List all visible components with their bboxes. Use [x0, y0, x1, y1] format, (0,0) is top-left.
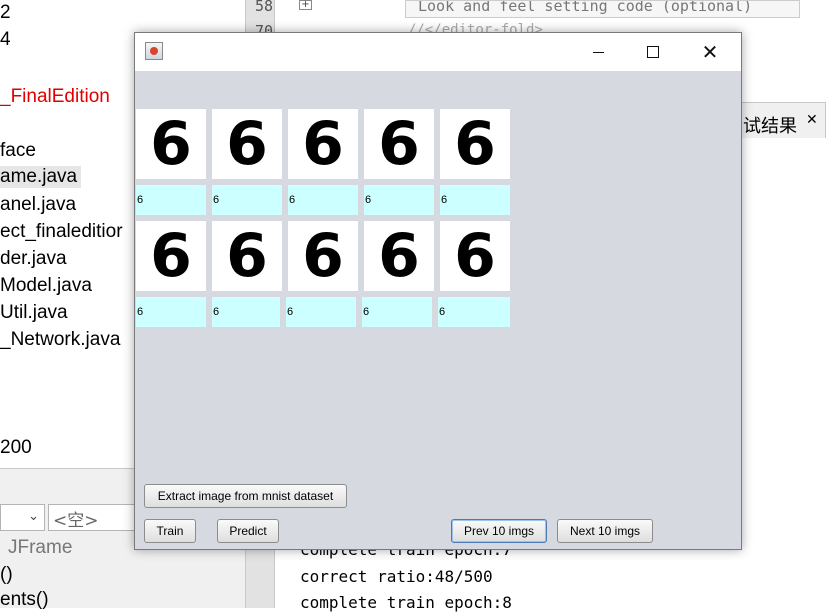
output-tab-label: 试结果	[743, 116, 797, 137]
tree-line: 2	[0, 2, 11, 23]
close-icon: ✕	[701, 40, 719, 64]
tree-item[interactable]: anel.java	[0, 194, 76, 216]
tree-item-selected[interactable]: ame.java	[0, 166, 82, 188]
digit-image: 6	[364, 109, 434, 179]
digit-label: 6	[136, 185, 206, 215]
digit-label: 6	[440, 185, 510, 215]
digit-label: 6	[212, 185, 282, 215]
minimize-icon	[592, 51, 604, 53]
close-icon[interactable]: ✕	[806, 112, 818, 128]
prop-type: JFrame	[8, 537, 73, 558]
digit-label: 6	[364, 185, 434, 215]
digit-label: 6	[136, 297, 206, 327]
tree-item[interactable]: face	[0, 140, 36, 162]
output-line: correct ratio:48/500	[300, 567, 493, 586]
tree-item[interactable]: Util.java	[0, 302, 68, 324]
tree-line: 4	[0, 29, 11, 50]
prev-10-imgs-button[interactable]: Prev 10 imgs	[451, 519, 547, 543]
close-button[interactable]: ✕	[687, 33, 733, 71]
component-dropdown[interactable]: ⌄	[0, 504, 45, 531]
digit-label: 6	[286, 297, 356, 327]
maximize-button[interactable]	[630, 33, 676, 71]
tree-item[interactable]: _Network.java	[0, 329, 120, 351]
digit-image: 6	[212, 109, 282, 179]
digit-image: 6	[212, 221, 282, 291]
title-bar[interactable]: ✕	[135, 33, 741, 71]
digit-image: 6	[440, 109, 510, 179]
tree-item[interactable]: der.java	[0, 248, 67, 270]
tree-item[interactable]: Model.java	[0, 275, 92, 297]
fold-expand-icon[interactable]: +	[299, 0, 312, 10]
image-grid-panel: 6 6 6 6 6 6 6 6 6 6 6 6 6 6 6 6 6 6 6 6 …	[135, 71, 741, 549]
line-number: 58	[255, 0, 274, 15]
maximize-icon	[647, 46, 659, 58]
next-10-imgs-button[interactable]: Next 10 imgs	[557, 519, 653, 543]
digit-label: 6	[288, 185, 358, 215]
minimize-button[interactable]	[575, 33, 621, 71]
extract-images-button[interactable]: Extract image from mnist dataset	[144, 484, 347, 508]
predict-button[interactable]: Predict	[217, 519, 279, 543]
code-fold-line[interactable]: Look and feel setting code (optional)	[405, 0, 800, 18]
digit-image: 6	[440, 221, 510, 291]
digit-image: 6	[288, 109, 358, 179]
java-app-icon	[145, 42, 163, 60]
output-line: complete train epoch:8	[300, 593, 512, 612]
digit-image: 6	[288, 221, 358, 291]
tree-line: 200	[0, 437, 32, 458]
digit-image: 6	[136, 109, 206, 179]
prop-line: ()	[0, 564, 13, 585]
digit-image: 6	[364, 221, 434, 291]
app-window: ✕ 6 6 6 6 6 6 6 6 6 6 6 6 6 6 6 6 6 6 6 …	[134, 32, 742, 550]
tree-item[interactable]: ect_finaleditior	[0, 221, 123, 243]
digit-label: 6	[362, 297, 432, 327]
digit-image: 6	[136, 221, 206, 291]
chevron-down-icon: ⌄	[28, 509, 39, 524]
digit-label: 6	[212, 297, 280, 327]
tree-project-name[interactable]: _FinalEdition	[0, 86, 110, 108]
train-button[interactable]: Train	[144, 519, 196, 543]
digit-label: 6	[438, 297, 510, 327]
